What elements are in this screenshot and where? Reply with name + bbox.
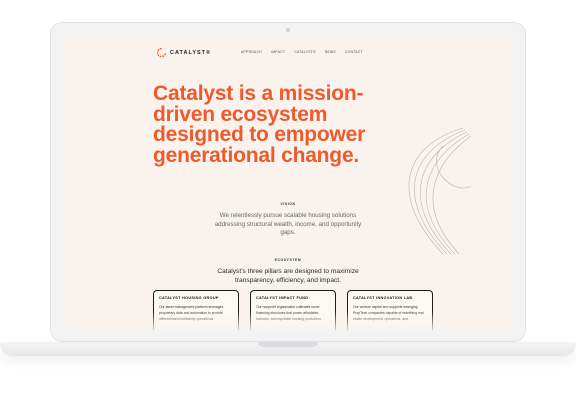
hero-headline-line: designed to empower [153,123,366,146]
nav-link-approach[interactable]: APPROACH [241,50,262,54]
hero-headline-line: generational change. [153,143,360,167]
decorative-arcs [408,127,472,255]
nav-link-catalysts[interactable]: CATALYSTS [294,50,316,54]
laptop-notch [258,342,318,347]
top-navigation: CATALYST® APPROACH IMPACT CATALYSTS NEWS… [65,36,511,66]
hero-headline-line: Catalyst is a mission- [153,82,364,105]
nav-link-news[interactable]: NEWS [325,50,336,54]
card-title: CATALYST IMPACT FUND [256,296,309,300]
nav-link-impact[interactable]: IMPACT [271,50,285,54]
brand-name: CATALYST® [170,49,212,56]
vision-label: VISION [280,202,296,206]
hero-headline-line: driven ecosystem [153,102,328,126]
vision-text: We relentlessly pursue scalable housing … [214,212,362,237]
catalyst-logo-icon [157,48,166,57]
laptop-screen: CATALYST® APPROACH IMPACT CATALYSTS NEWS… [65,36,511,330]
card-title: CATALYST HOUSING GROUP [159,296,219,300]
card-title: CATALYST INNOVATION LAB [353,296,413,300]
webcam-icon [286,28,290,32]
bottom-fade [65,311,511,330]
brand-logo[interactable]: CATALYST® [157,48,211,57]
nav-link-contact[interactable]: CONTACT [345,50,363,54]
nav-links: APPROACH IMPACT CATALYSTS NEWS CONTACT [241,50,363,54]
ecosystem-label: ECOSYSTEM [274,258,302,262]
hero-headline: Catalyst is a mission- driven ecosystem … [153,82,393,167]
ecosystem-text: Catalyst’s three pillars are designed to… [217,268,359,284]
